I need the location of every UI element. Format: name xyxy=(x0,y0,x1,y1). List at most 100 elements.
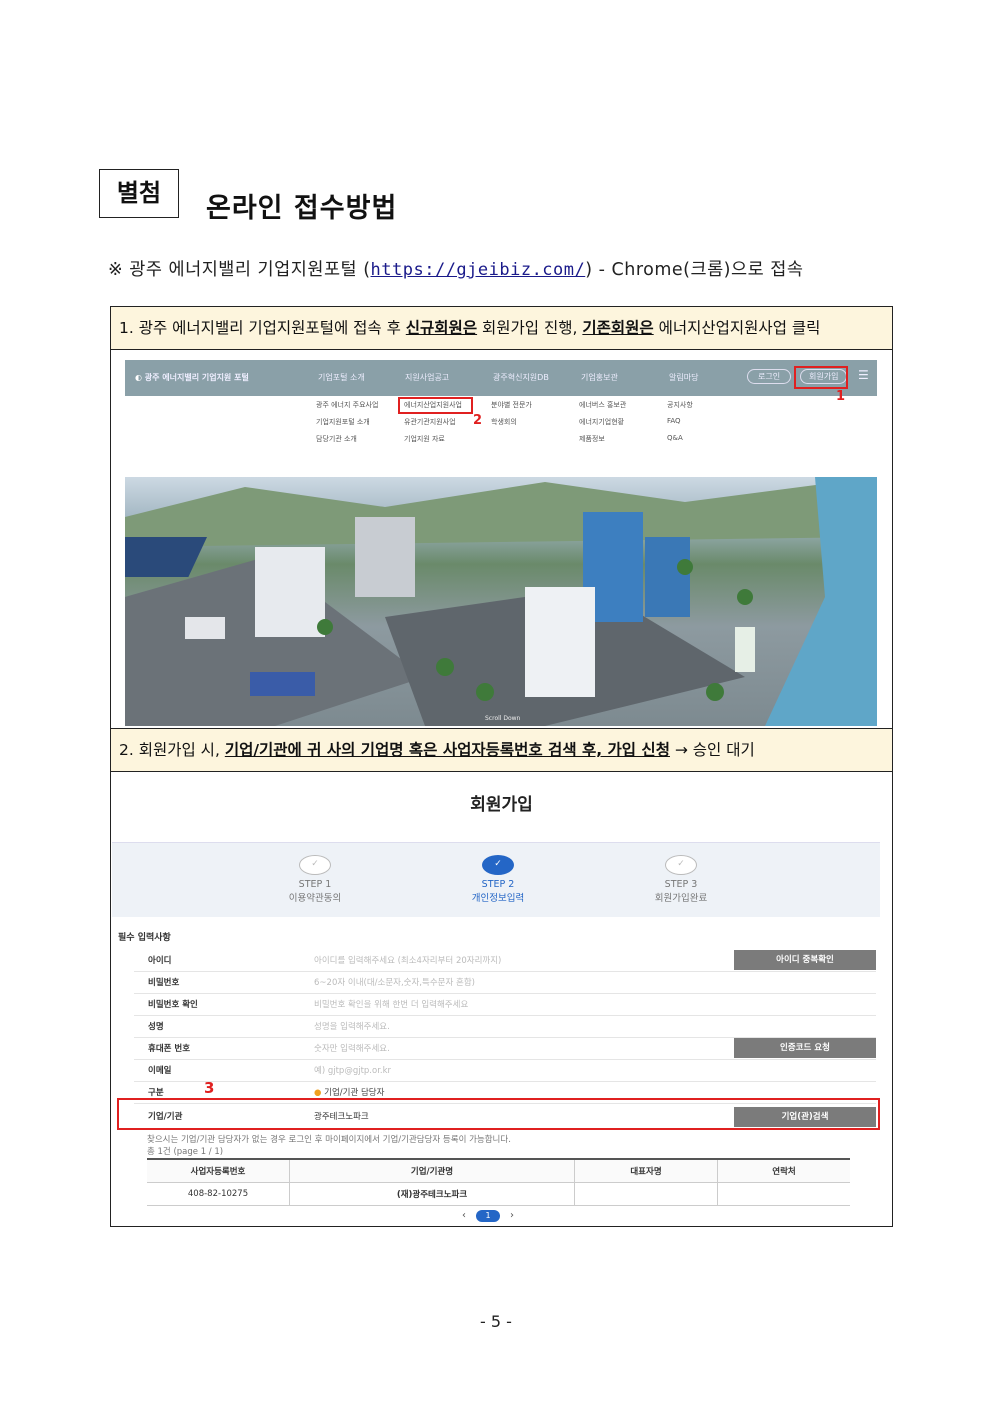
signup-title: 회원가입 xyxy=(470,795,533,815)
field-row-email: 이메일 예) gjtp@gjtp.or.kr xyxy=(134,1059,876,1082)
company-hint: 찾으시는 기업/기관 담당자가 없는 경우 로그인 후 마이페이지에서 기업/기… xyxy=(147,1135,511,1145)
nav-item[interactable]: 기업홍보관 xyxy=(581,372,618,383)
step-item-1: ✓ STEP 1 이용약관동의 xyxy=(245,843,385,904)
menu-item[interactable]: 공지사항 xyxy=(667,400,693,410)
table-header: 기업/기관명 xyxy=(289,1158,575,1183)
step1-text: 1. 광주 에너지밸리 기업지원포털에 접속 후 xyxy=(119,319,406,337)
step1-existing-member: 기존회원은 xyxy=(582,319,654,337)
login-button[interactable]: 로그인 xyxy=(747,369,792,384)
table-header: 사업자등록번호 xyxy=(147,1158,290,1183)
menu-item[interactable]: 학생회의 xyxy=(491,417,517,427)
appendix-badge: 별첨 xyxy=(99,169,179,218)
step1-new-member: 신규회원은 xyxy=(405,319,478,337)
field-label: 구분 xyxy=(148,1088,164,1098)
menu-item[interactable]: Q&A xyxy=(667,434,683,442)
checked-radio-icon: ● xyxy=(314,1088,322,1098)
menu-item[interactable]: 에너버스 홍보관 xyxy=(579,400,626,410)
step2-instruction: 기업/기관에 귀 사의 기업명 혹은 사업자등록번호 검색 후, 가입 신청 xyxy=(224,741,670,759)
menu-item[interactable]: 분야별 전문가 xyxy=(491,400,532,410)
step2-text: 2. 회원가입 시, xyxy=(119,741,225,759)
city-illustration: Scroll Down xyxy=(125,477,877,726)
step1-mid: 회원가입 진행, xyxy=(477,319,583,337)
request-code-button[interactable]: 인증코드 요청 xyxy=(734,1038,876,1058)
step-label: 개인정보입력 xyxy=(471,893,525,904)
menu-item[interactable]: 담당기관 소개 xyxy=(316,434,357,444)
step-item-2: ✓ STEP 2 개인정보입력 xyxy=(428,843,568,904)
password-input[interactable]: 6~20자 이내(대/소문자,숫자,특수문자 혼합) xyxy=(314,976,475,988)
signup-screenshot: 회원가입 ✓ STEP 1 이용약관동의 ✓ STEP 2 개인정보입력 ✓ S… xyxy=(112,772,891,1226)
company-name-cell[interactable]: (재)광주테크노파크 xyxy=(289,1182,575,1206)
menu-item[interactable]: 에너지기업현황 xyxy=(579,417,624,427)
menu-item[interactable]: 광주 에너지 주요사업 xyxy=(316,400,378,410)
menu-item[interactable]: FAQ xyxy=(667,417,681,425)
result-count: 총 1건 (page 1 / 1) xyxy=(147,1147,224,1157)
marker-2: 2 xyxy=(473,413,483,428)
table-header: 대표자명 xyxy=(574,1158,718,1183)
phone-input[interactable]: 숫자만 입력해주세요. xyxy=(314,1042,390,1054)
nav-item[interactable]: 지원사업공고 xyxy=(405,372,449,383)
marker-3: 3 xyxy=(204,1079,215,1097)
step1-header: 1. 광주 에너지밸리 기업지원포털에 접속 후 신규회원은 회원가입 진행, … xyxy=(110,306,893,350)
nav-item[interactable]: 광주혁신지원DB xyxy=(493,372,549,383)
field-label: 아이디 xyxy=(148,956,172,966)
step-label: 회원가입완료 xyxy=(654,893,708,904)
step-number: STEP 3 xyxy=(664,879,698,890)
next-page-button[interactable]: › xyxy=(510,1210,514,1221)
password-confirm-input[interactable]: 비밀번호 확인을 위해 한번 더 입력해주세요 xyxy=(314,998,468,1010)
city-scene-image xyxy=(125,477,877,726)
portal-screenshot: ◐ 광주 에너지밸리 기업지원 포털 기업포털 소개 지원사업공고 광주혁신지원… xyxy=(125,360,877,726)
check-icon: ✓ xyxy=(299,855,331,875)
required-section-title: 필수 입력사항 xyxy=(118,933,171,943)
step-number: STEP 1 xyxy=(298,879,332,890)
nav-item[interactable]: 알림마당 xyxy=(669,372,698,383)
menu-item[interactable]: 기업지원 자료 xyxy=(404,434,445,444)
step2-end: → 승인 대기 xyxy=(669,741,755,759)
table-row[interactable]: 408-82-10275 (재)광주테크노파크 xyxy=(147,1182,850,1206)
prev-page-button[interactable]: ‹ xyxy=(462,1210,466,1221)
menu-item[interactable]: 제품정보 xyxy=(579,434,605,444)
biz-number-cell: 408-82-10275 xyxy=(147,1182,290,1206)
step-number: STEP 2 xyxy=(481,879,515,890)
highlight-signup xyxy=(794,366,848,389)
signup-steps: ✓ STEP 1 이용약관동의 ✓ STEP 2 개인정보입력 ✓ STEP 3… xyxy=(112,842,880,917)
step-item-3: ✓ STEP 3 회원가입완료 xyxy=(611,843,751,904)
step-label: 이용약관동의 xyxy=(288,893,342,904)
ceo-cell xyxy=(574,1182,718,1206)
page-title: 온라인 접수방법 xyxy=(206,193,398,224)
field-label: 비밀번호 확인 xyxy=(148,1000,198,1010)
contact-cell xyxy=(717,1182,850,1206)
portal-navbar: ◐ 광주 에너지밸리 기업지원 포털 기업포털 소개 지원사업공고 광주혁신지원… xyxy=(125,360,877,396)
note-suffix: ) - Chrome(크롬)으로 접속 xyxy=(585,260,804,280)
field-label: 비밀번호 xyxy=(148,978,180,988)
table-header: 연락처 xyxy=(717,1158,850,1183)
page-number: - 5 - xyxy=(480,1312,512,1331)
pagination: ‹ 1 › xyxy=(462,1210,514,1222)
portal-logo: ◐ 광주 에너지밸리 기업지원 포털 xyxy=(135,373,249,382)
highlight-company-row xyxy=(117,1098,880,1130)
company-results-table: 사업자등록번호 기업/기관명 대표자명 연락처 408-82-10275 (재)… xyxy=(147,1158,850,1206)
check-icon: ✓ xyxy=(482,855,514,875)
id-check-button[interactable]: 아이디 중복확인 xyxy=(734,950,876,970)
highlight-energy-support xyxy=(398,397,473,414)
scroll-down-label: Scroll Down xyxy=(485,715,521,722)
menu-icon[interactable]: ☰ xyxy=(858,368,869,382)
type-radio[interactable]: ● 기업/기관 담당자 xyxy=(314,1086,384,1098)
field-row-password: 비밀번호 6~20자 이내(대/소문자,숫자,특수문자 혼합) xyxy=(134,971,876,994)
field-label: 성명 xyxy=(148,1022,164,1032)
field-row-phone: 휴대폰 번호 숫자만 입력해주세요. 인증코드 요청 xyxy=(134,1037,876,1060)
check-icon: ✓ xyxy=(665,855,697,875)
name-input[interactable]: 성명을 입력해주세요. xyxy=(314,1020,390,1032)
menu-item[interactable]: 기업지원포털 소개 xyxy=(316,417,370,427)
current-page-button[interactable]: 1 xyxy=(476,1210,500,1222)
table-header-row: 사업자등록번호 기업/기관명 대표자명 연락처 xyxy=(147,1158,850,1183)
note-prefix: ※ 광주 에너지밸리 기업지원포털 ( xyxy=(108,260,371,280)
field-row-password-confirm: 비밀번호 확인 비밀번호 확인을 위해 한번 더 입력해주세요 xyxy=(134,993,876,1016)
step2-header: 2. 회원가입 시, 기업/기관에 귀 사의 기업명 혹은 사업자등록번호 검색… xyxy=(110,728,893,772)
email-input[interactable]: 예) gjtp@gjtp.or.kr xyxy=(314,1064,391,1076)
menu-item[interactable]: 유관기관지원사업 xyxy=(404,417,456,427)
step1-end: 에너지산업지원사업 클릭 xyxy=(653,319,821,337)
field-label: 이메일 xyxy=(148,1066,172,1076)
id-input[interactable]: 아이디를 입력해주세요 (최소4자리부터 20자리까지) xyxy=(314,954,501,966)
nav-item[interactable]: 기업포털 소개 xyxy=(318,372,365,383)
portal-url-link[interactable]: https://gjeibiz.com/ xyxy=(371,260,586,280)
